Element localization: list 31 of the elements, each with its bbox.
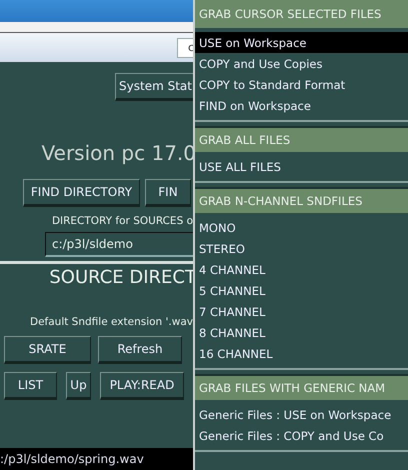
action-button[interactable]: Up — [66, 372, 91, 400]
action-button[interactable]: SRATE — [4, 336, 91, 364]
action-button[interactable]: LIST — [4, 372, 57, 400]
find-button[interactable]: FIND DIRECTORY — [23, 179, 140, 207]
directory-field[interactable]: c:/p3l/sldemo — [45, 232, 196, 257]
menu-header: GRAB CURSOR SELECTED FILES — [195, 0, 408, 28]
menu-header: GRAB N-CHANNEL SNDFILES — [195, 187, 408, 213]
menu-item[interactable]: 8 CHANNEL — [195, 322, 408, 343]
section-title: SOURCE DIRECT — [48, 266, 196, 288]
menu-item[interactable]: STEREO — [195, 238, 408, 259]
menu-item[interactable]: USE on Workspace — [195, 32, 408, 53]
file-path: :/p3l/sldemo/spring.wav — [0, 448, 196, 470]
menu-header: GRAB FILES WITH GENERIC NAM — [195, 374, 408, 400]
menu-item[interactable]: MONO — [195, 217, 408, 238]
system-status-button[interactable]: System Stat — [115, 73, 196, 101]
menu-item[interactable]: COPY and Use Copies — [195, 53, 408, 74]
menu-item[interactable]: COPY to Standard Format — [195, 74, 408, 95]
menu-item[interactable]: FIND on Workspace — [195, 95, 408, 116]
menu-item[interactable]: Generic Files : COPY and Use Co — [195, 425, 408, 446]
menu-item[interactable]: 5 CHANNEL — [195, 280, 408, 301]
action-button[interactable]: PLAY:READ — [100, 372, 184, 400]
find-button[interactable]: FIN — [145, 179, 191, 207]
menu-item[interactable]: 16 CHANNEL — [195, 343, 408, 364]
menu-item[interactable]: USE ALL FILES — [195, 156, 408, 177]
extension-label: Default Sndfile extension '.wav — [28, 315, 194, 328]
action-button[interactable]: Refresh — [98, 336, 182, 364]
menu-item[interactable]: Generic Files : USE on Workspace — [195, 404, 408, 425]
menu-item[interactable]: 7 CHANNEL — [195, 301, 408, 322]
directory-label: DIRECTORY for SOURCES o — [50, 214, 194, 227]
menu-header: GRAB ALL FILES — [195, 126, 408, 152]
menu-item[interactable]: 4 CHANNEL — [195, 259, 408, 280]
